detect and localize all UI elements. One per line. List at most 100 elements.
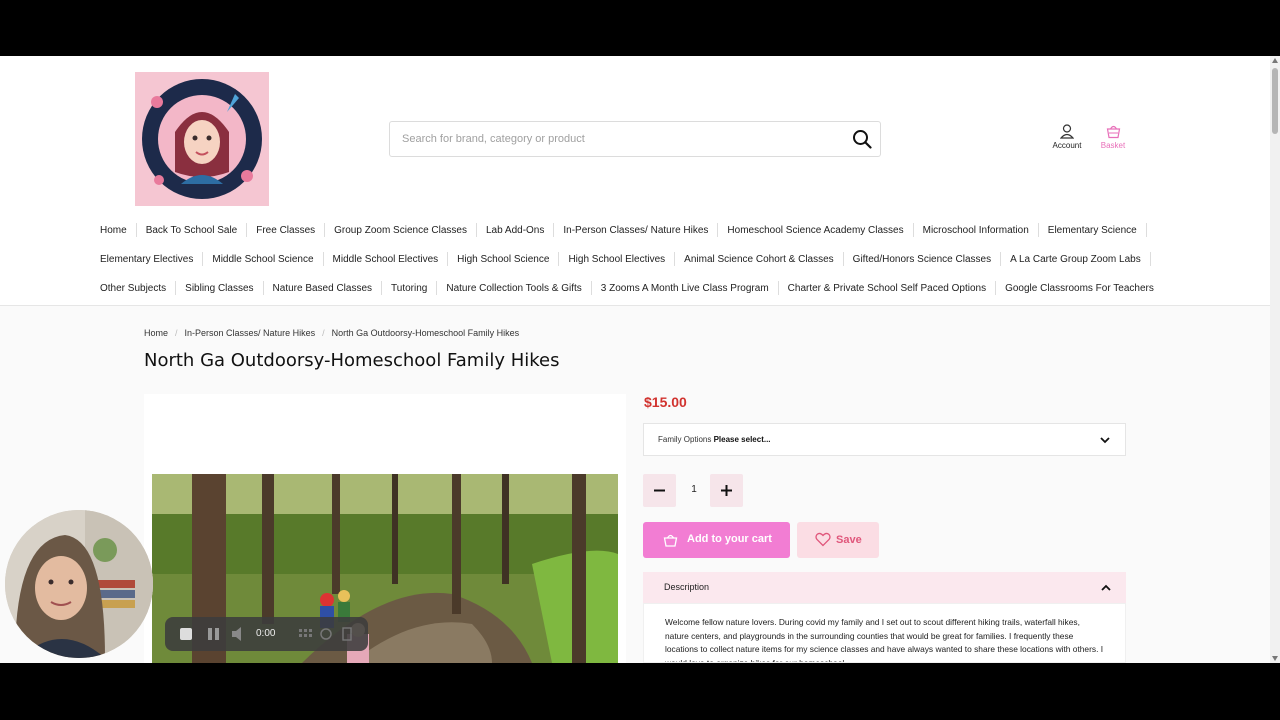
nav-item[interactable]: Middle School Electives <box>333 254 439 265</box>
mute-icon[interactable] <box>232 627 241 641</box>
minus-icon <box>654 489 665 492</box>
account-link[interactable]: Account <box>1047 124 1087 150</box>
family-options-select[interactable]: Family Options Please select... <box>643 423 1126 456</box>
product-price: $15.00 <box>644 394 687 410</box>
quantity-value[interactable]: 1 <box>684 484 704 495</box>
nav-divider <box>324 223 326 237</box>
nav-divider <box>447 252 449 266</box>
nav-divider <box>202 252 204 266</box>
nav-item[interactable]: Gifted/Honors Science Classes <box>853 254 991 265</box>
breadcrumb-separator: / <box>322 328 325 338</box>
nav-row-2: Elementary Electives Middle School Scienc… <box>100 252 1180 266</box>
nav-divider <box>842 252 844 266</box>
nav-item[interactable]: Microschool Information <box>923 225 1029 236</box>
nav-item[interactable]: Sibling Classes <box>185 283 253 294</box>
breadcrumb-current: North Ga Outdoorsy-Homeschool Family Hik… <box>331 328 520 338</box>
nav-item[interactable]: Free Classes <box>256 225 315 236</box>
nav-item[interactable]: Animal Science Cohort & Classes <box>684 254 834 265</box>
pause-icon[interactable] <box>208 628 212 640</box>
nav-divider <box>590 281 592 295</box>
search-input[interactable] <box>390 122 830 156</box>
account-label: Account <box>1052 141 1082 150</box>
nav-item[interactable]: 3 Zooms A Month Live Class Program <box>601 283 769 294</box>
basket-icon <box>663 534 678 547</box>
option-label: Family Options <box>658 435 712 444</box>
breadcrumb-category[interactable]: In-Person Classes/ Nature Hikes <box>185 328 316 338</box>
nav-divider <box>995 281 997 295</box>
nav-item[interactable]: Nature Collection Tools & Gifts <box>446 283 581 294</box>
nav-item[interactable]: Elementary Science <box>1048 225 1137 236</box>
stop-icon[interactable] <box>180 628 192 640</box>
nav-item[interactable]: A La Carte Group Zoom Labs <box>1010 254 1141 265</box>
trash-icon[interactable] <box>342 627 352 641</box>
nav-divider <box>381 281 383 295</box>
logo-illustration <box>135 72 269 206</box>
nav-item[interactable]: Middle School Science <box>212 254 313 265</box>
nav-divider <box>1149 252 1151 266</box>
scroll-down-icon[interactable] <box>1272 656 1278 661</box>
option-value: Please select... <box>713 435 771 444</box>
nav-item[interactable]: Homeschool Science Academy Classes <box>727 225 903 236</box>
user-icon <box>1060 124 1074 139</box>
webcam-overlay <box>5 510 153 658</box>
nav-divider <box>246 223 248 237</box>
search-bar[interactable] <box>389 121 881 157</box>
nav-divider <box>912 223 914 237</box>
nav-item[interactable]: Other Subjects <box>100 283 166 294</box>
nav-item[interactable]: Lab Add-Ons <box>486 225 544 236</box>
basket-icon <box>1106 125 1120 139</box>
search-icon[interactable] <box>852 129 872 149</box>
add-to-cart-label: Add to your cart <box>687 533 772 545</box>
nav-row-1: Home Back To School Sale Free Classes Group… <box>100 223 1180 237</box>
basket-link[interactable]: Basket <box>1093 124 1133 150</box>
browser-viewport: Account Basket Home Back To School Sale Fr… <box>0 56 1280 663</box>
page-scrollbar[interactable] <box>1270 56 1280 663</box>
heart-icon <box>815 532 831 547</box>
nav-item[interactable]: Charter & Private School Self Paced Opti… <box>788 283 986 294</box>
nav-divider <box>475 223 477 237</box>
nav-item[interactable]: High School Electives <box>568 254 665 265</box>
scrollbar-thumb[interactable] <box>1272 68 1278 134</box>
nav-divider <box>175 281 177 295</box>
nav-item[interactable]: Elementary Electives <box>100 254 193 265</box>
nav-item[interactable]: In-Person Classes/ Nature Hikes <box>563 225 708 236</box>
restart-icon[interactable] <box>320 628 332 640</box>
site-logo[interactable] <box>135 72 269 206</box>
save-label: Save <box>836 534 862 546</box>
scroll-up-icon[interactable] <box>1272 58 1278 63</box>
quantity-increase-button[interactable] <box>710 474 743 507</box>
nav-item[interactable]: High School Science <box>457 254 549 265</box>
nav-divider <box>674 252 676 266</box>
nav-divider <box>1000 252 1002 266</box>
nav-item[interactable]: Home <box>100 225 127 236</box>
nav-divider <box>777 281 779 295</box>
save-button[interactable]: Save <box>797 522 879 558</box>
nav-divider <box>322 252 324 266</box>
breadcrumb: Home / In-Person Classes/ Nature Hikes / Nor… <box>144 328 519 338</box>
recording-time: 0:00 <box>256 628 276 639</box>
nav-divider <box>436 281 438 295</box>
nav-divider <box>558 252 560 266</box>
webcam-presenter <box>5 510 153 658</box>
grid-icon[interactable] <box>299 629 312 637</box>
nav-item[interactable]: Google Classrooms For Teachers <box>1005 283 1154 294</box>
nav-item[interactable]: Group Zoom Science Classes <box>334 225 467 236</box>
chevron-down-icon <box>1100 437 1110 444</box>
breadcrumb-home[interactable]: Home <box>144 328 168 338</box>
nav-item[interactable]: Back To School Sale <box>146 225 238 236</box>
basket-label: Basket <box>1100 141 1126 150</box>
nav-divider <box>1145 223 1147 237</box>
plus-icon <box>721 485 732 496</box>
nav-divider <box>262 281 264 295</box>
description-accordion-header[interactable]: Description <box>643 572 1126 603</box>
description-label: Description <box>664 582 710 592</box>
nav-item[interactable]: Tutoring <box>391 283 427 294</box>
nav-item[interactable]: Nature Based Classes <box>273 283 373 294</box>
nav-divider <box>1037 223 1039 237</box>
nav-divider <box>553 223 555 237</box>
description-text: Welcome fellow nature lovers. During cov… <box>643 603 1126 663</box>
add-to-cart-button[interactable]: Add to your cart <box>643 522 790 558</box>
recorder-toolbar: 0:00 <box>165 617 368 651</box>
nav-divider <box>135 223 137 237</box>
quantity-decrease-button[interactable] <box>643 474 676 507</box>
